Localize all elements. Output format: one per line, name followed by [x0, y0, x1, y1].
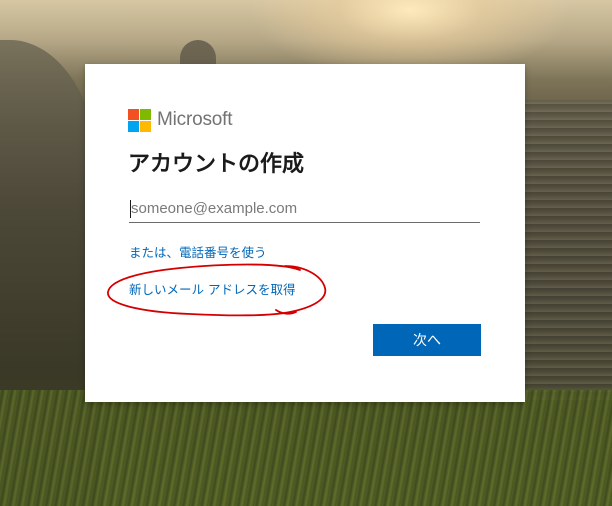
logo-yellow-square	[140, 120, 151, 132]
brand-header: Microsoft	[128, 108, 232, 132]
use-phone-link[interactable]: または、電話番号を使う	[129, 242, 267, 261]
logo-blue-square	[128, 120, 139, 132]
background-grass	[0, 390, 612, 506]
next-button[interactable]: 次へ	[373, 324, 481, 356]
microsoft-logo-icon	[128, 108, 151, 132]
background-city	[525, 100, 612, 400]
text-caret	[130, 200, 131, 218]
brand-name: Microsoft	[157, 109, 233, 130]
get-new-email-link[interactable]: 新しいメール アドレスを取得	[129, 279, 295, 298]
logo-green-square	[140, 108, 151, 120]
email-field[interactable]	[129, 195, 480, 223]
logo-red-square	[128, 108, 139, 120]
signup-card: Microsoft アカウントの作成 または、電話番号を使う 新しいメール アド…	[85, 64, 525, 402]
page-title: アカウントの作成	[128, 152, 305, 177]
